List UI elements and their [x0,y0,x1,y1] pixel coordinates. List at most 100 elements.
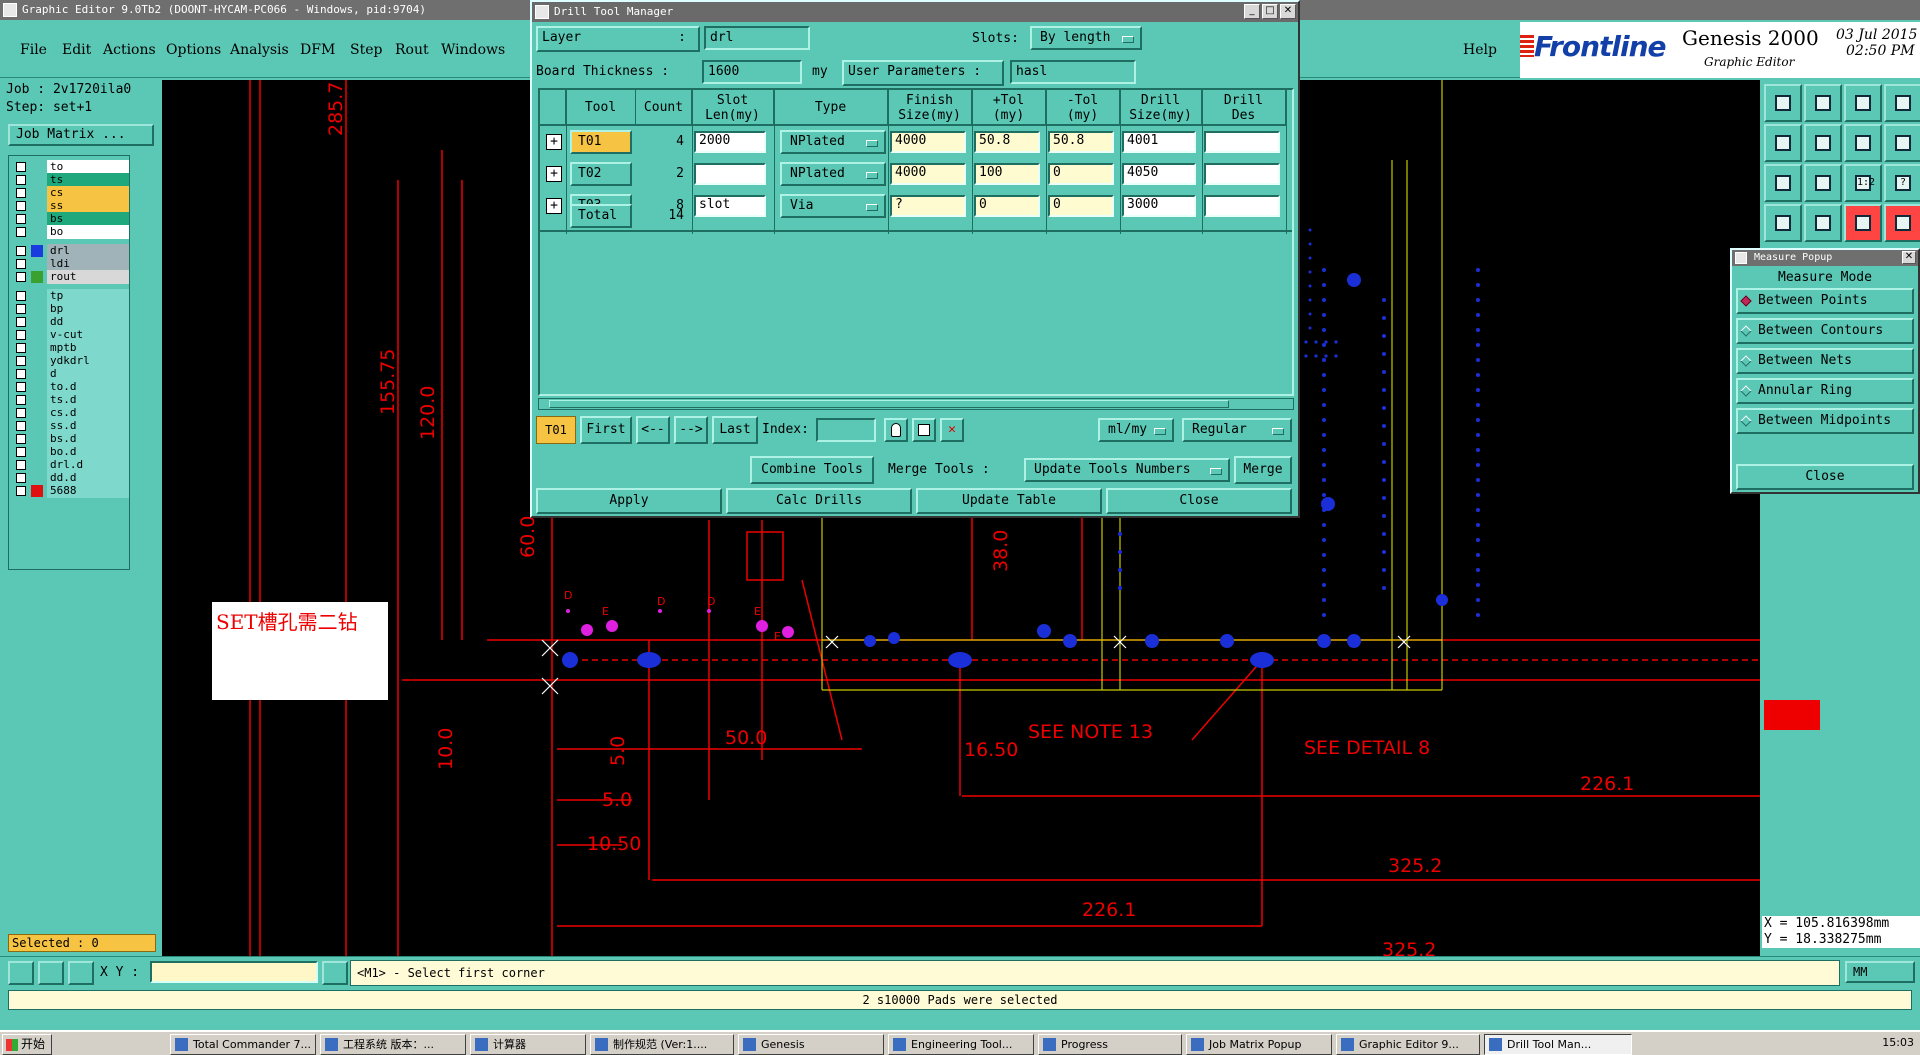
measure-option-between-contours[interactable]: Between Contours [1736,318,1914,344]
user-parameters-field[interactable]: hasl [1010,60,1136,84]
slot-len-input[interactable]: 2000 [694,131,766,153]
angle-mode-button[interactable] [38,961,64,985]
layer-checkbox[interactable] [16,343,26,353]
tool-button-12[interactable]: ? [1884,164,1920,202]
update-table-button[interactable]: Update Table [916,488,1102,514]
taskbar-item[interactable]: Genesis [738,1034,884,1055]
drill-input[interactable]: 3000 [1122,195,1196,217]
layer-checkbox[interactable] [16,259,26,269]
layer-checkbox[interactable] [16,330,26,340]
combine-tools-button[interactable]: Combine Tools [750,456,874,484]
tool-button-4[interactable] [1884,84,1920,122]
layer-row-ss.d[interactable]: ss.d [13,419,129,433]
layer-checkbox[interactable] [16,460,26,470]
layer-checkbox[interactable] [16,214,26,224]
layer-row-bs.d[interactable]: bs.d [13,432,129,446]
taskbar-item[interactable]: 工程系统 版本：... [320,1034,466,1055]
start-button[interactable]: 开始 [2,1034,52,1055]
layer-checkbox[interactable] [16,473,26,483]
layer-field[interactable]: drl [704,26,810,50]
layer-row-cs.d[interactable]: cs.d [13,406,129,420]
tool-button-7[interactable] [1844,124,1882,162]
layer-checkbox[interactable] [16,304,26,314]
close-button[interactable]: Close [1106,488,1292,514]
measure-option-between-points[interactable]: Between Points [1736,288,1914,314]
taskbar-item[interactable]: Graphic Editor 9... [1336,1034,1480,1055]
info-button[interactable] [322,961,348,985]
previous-button[interactable]: <-- [636,416,670,444]
layer-checkbox[interactable] [16,272,26,282]
row-expand[interactable]: + [542,162,566,186]
merge-button[interactable]: Merge [1234,456,1292,484]
taskbar-item[interactable]: Total Commander 7... [170,1034,316,1055]
menu-actions[interactable]: Actions [103,42,156,58]
taskbar-item[interactable]: 计算器 [470,1034,586,1055]
ptol-input[interactable]: 100 [974,163,1040,185]
layer-row-mptb[interactable]: mptb [13,341,129,355]
tool-button-16[interactable] [1884,204,1920,242]
layer-checkbox[interactable] [16,421,26,431]
ntol-input[interactable]: 0 [1048,195,1114,217]
taskbar-item[interactable]: Engineering Tool... [888,1034,1034,1055]
layer-row-bo[interactable]: bo [13,225,129,239]
finish-input[interactable]: 4000 [890,131,966,153]
layer-row-d[interactable]: d [13,367,129,381]
type-select[interactable]: NPlated [780,130,886,154]
minimize-button[interactable]: _ [1244,4,1260,19]
layer-checkbox[interactable] [16,356,26,366]
layer-checkbox[interactable] [16,434,26,444]
tool-button-t01[interactable]: T01 [570,130,632,154]
menu-edit[interactable]: Edit [62,42,91,58]
tool-button-13[interactable] [1764,204,1802,242]
layer-row-drl[interactable]: drl [13,244,129,258]
delete-tool-button[interactable]: ✕ [940,418,964,442]
job-matrix-button[interactable]: Job Matrix ... [8,124,154,146]
find-tool-button[interactable] [884,418,908,442]
tool-button-8[interactable] [1884,124,1920,162]
layer-checkbox[interactable] [16,201,26,211]
ptol-input[interactable]: 0 [974,195,1040,217]
layer-row-bo.d[interactable]: bo.d [13,445,129,459]
first-button[interactable]: First [580,416,632,444]
ntol-input[interactable]: 0 [1048,163,1114,185]
layer-row-to[interactable]: to [13,160,129,174]
row-expand[interactable]: + [542,130,566,154]
menu-step[interactable]: Step [350,42,382,58]
measure-option-between-nets[interactable]: Between Nets [1736,348,1914,374]
layer-checkbox[interactable] [16,369,26,379]
ntol-input[interactable]: 50.8 [1048,131,1114,153]
save-table-button[interactable] [912,418,936,442]
drill-input[interactable]: 4001 [1122,131,1196,153]
layer-row-bs[interactable]: bs [13,212,129,226]
layer-checkbox[interactable] [16,447,26,457]
finish-input[interactable]: ? [890,195,966,217]
layer-checkbox[interactable] [16,227,26,237]
des-input[interactable] [1204,195,1280,217]
layer-row-ydkdrl[interactable]: ydkdrl [13,354,129,368]
finish-input[interactable]: 4000 [890,163,966,185]
menu-analysis[interactable]: Analysis [230,42,289,58]
layer-row-tp[interactable]: tp [13,289,129,303]
menu-options[interactable]: Options [166,42,221,58]
apply-button[interactable]: Apply [536,488,722,514]
taskbar-item[interactable]: Progress [1038,1034,1182,1055]
layer-checkbox[interactable] [16,246,26,256]
layer-row-5688[interactable]: 5688 [13,484,129,498]
measure-close-x-button[interactable]: ✕ [1902,251,1916,264]
des-input[interactable] [1204,163,1280,185]
layer-row-v-cut[interactable]: v-cut [13,328,129,342]
layer-row-drl.d[interactable]: drl.d [13,458,129,472]
maximize-button[interactable]: □ [1262,4,1278,19]
tool-button-1[interactable] [1764,84,1802,122]
layer-checkbox[interactable] [16,175,26,185]
tool-button-2[interactable] [1804,84,1842,122]
layer-row-rout[interactable]: rout [13,270,129,284]
layer-checkbox[interactable] [16,188,26,198]
layer-checkbox[interactable] [16,317,26,327]
taskbar-item[interactable]: Drill Tool Man... [1484,1034,1632,1055]
menu-dfm[interactable]: DFM [300,42,335,58]
update-tools-numbers-select[interactable]: Update Tools Numbers [1024,458,1230,482]
xy-input[interactable] [150,961,318,983]
layer-row-ts.d[interactable]: ts.d [13,393,129,407]
board-thickness-field[interactable]: 1600 [702,60,802,84]
